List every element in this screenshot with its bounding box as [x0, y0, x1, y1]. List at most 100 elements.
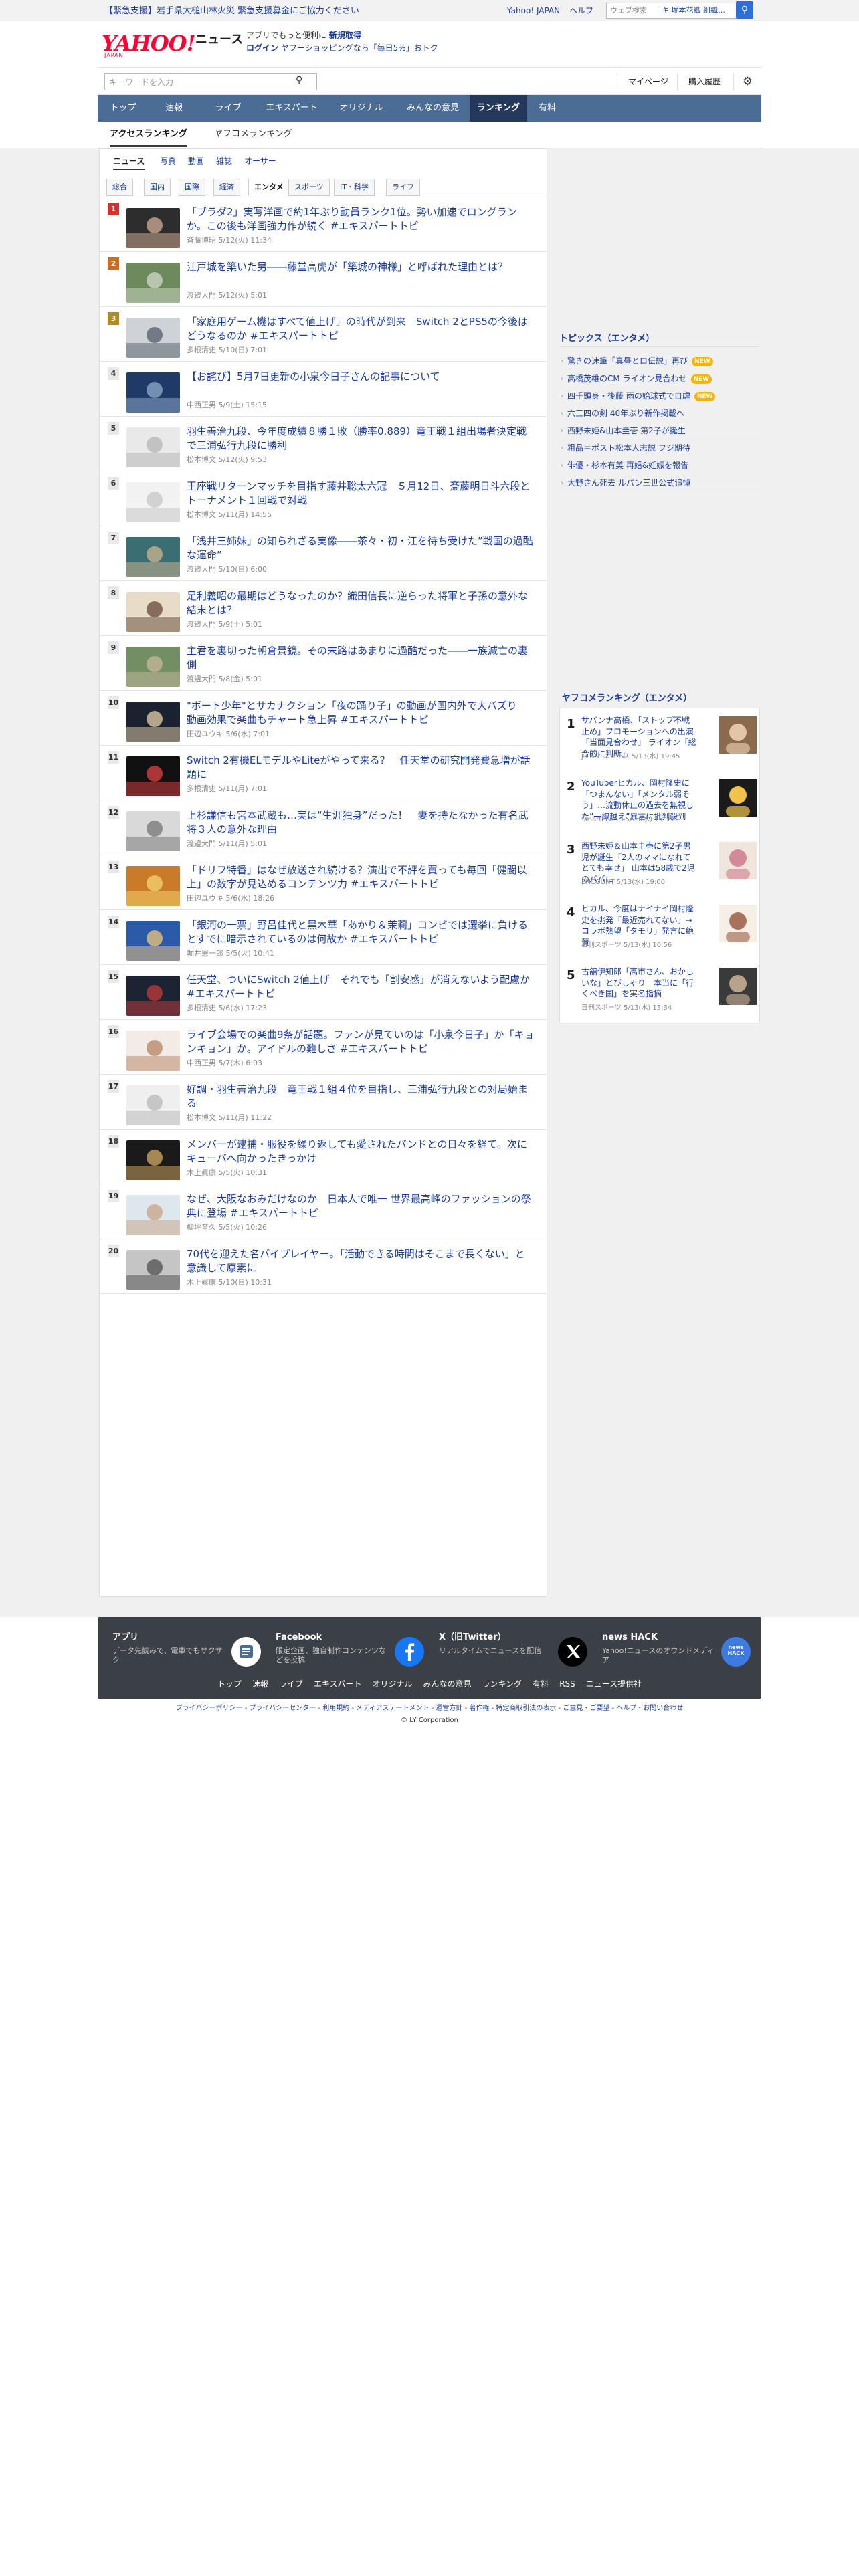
article-thumbnail[interactable] [126, 208, 180, 248]
ranking-row[interactable]: 11 Switch 2有機ELモデルやLiteがやって来る？ 任天堂の研究開発費急… [100, 746, 547, 800]
article-thumbnail[interactable] [126, 756, 180, 796]
purchase-history-link[interactable]: 購入履歴 [677, 73, 731, 90]
gnav-item[interactable]: エキスパート [257, 95, 326, 122]
topic-item[interactable]: › 俳優・杉本有美 再婚&妊娠を報告 [559, 457, 759, 475]
service-name[interactable]: ニュース [195, 32, 243, 48]
login-link[interactable]: ログイン [246, 43, 278, 53]
genre-tab[interactable]: 国際 [179, 179, 205, 196]
article-thumbnail[interactable] [126, 702, 180, 742]
topic-item[interactable]: › 六三四の剣 40年ぶり新作掲載へ [559, 405, 759, 423]
footer-nav-link[interactable]: オリジナル [373, 1679, 413, 1689]
footer-x-card[interactable]: X（旧Twitter） リアルタイムでニュースを配信 [439, 1632, 594, 1676]
shopping-promo-link[interactable]: ヤフーショッピングなら「毎日5%」おトク [281, 43, 438, 53]
topic-item[interactable]: › 高橋茂雄のCM ライオン見合わせ NEW [559, 370, 759, 388]
footer-nav-link[interactable]: ライブ [279, 1679, 303, 1689]
topic-item[interactable]: › 西野未姫&山本圭壱 第2子が誕生 [559, 423, 759, 440]
category-news[interactable]: ニュース [113, 156, 145, 171]
ranking-row[interactable]: 2 江戸城を築いた男――藤堂高虎が「築城の神様」と呼ばれた理由とは？ 渡邉大門 5/… [100, 252, 547, 307]
genre-tab[interactable]: エンタメ [248, 179, 290, 196]
article-thumbnail[interactable] [126, 921, 180, 961]
comment-ranking-item[interactable]: 5 古舘伊知郎「高市さん、おかしいな」とびしゃり 本当に「行くべき国」を実名指摘日… [560, 960, 759, 1023]
category-author[interactable]: オーサー [244, 156, 276, 167]
emergency-banner-link[interactable]: 【緊急支援】岩手県大槌山林火災 緊急支援募金にご協力ください [104, 5, 359, 17]
web-search-input[interactable]: ウェブ検索 キ 堀本花織 組織… [606, 3, 753, 19]
article-thumbnail[interactable] [126, 811, 180, 851]
yahoo-logo[interactable]: YAHOO! JAPAN [102, 29, 196, 58]
gnav-item[interactable]: ライブ [199, 95, 257, 122]
article-title-link[interactable]: 王座戦リターンマッチを目指す藤井聡太六冠 ５月12日、斎藤明日斗六段とトーナメン… [187, 479, 535, 508]
comment-ranking-title[interactable]: 古舘伊知郎「高市さん、おかしいな」とびしゃり 本当に「行くべき国」を実名指摘 [581, 966, 698, 1000]
topic-item[interactable]: › 粗品＝ポスト松本人志説 フジ期待 [559, 440, 759, 457]
article-title-link[interactable]: 江戸城を築いた男――藤堂高虎が「築城の神様」と呼ばれた理由とは？ [187, 260, 535, 274]
article-thumbnail[interactable] [126, 866, 180, 906]
gnav-item[interactable]: オリジナル [326, 95, 396, 122]
article-title-link[interactable]: 70代を迎えた名パイプレイヤー。「活動できる時間はそこまで長くない」と意識して原… [187, 1247, 535, 1276]
ranking-row[interactable]: 13 「ドリフ特番」はなぜ放送され続ける？演出で不評を買っても毎回「健闘以上」の数… [100, 855, 547, 910]
ranking-row[interactable]: 12 上杉謙信も宮本武蔵も…実は“生涯独身”だった！ 妻を持たなかった有名武将３人… [100, 800, 547, 855]
article-title-link[interactable]: なぜ、大阪なおみだけなのか 日本人で唯一 世界最高峰のファッションの祭典に登場 … [187, 1192, 535, 1221]
article-title-link[interactable]: 「家庭用ゲーム機はすべて値上げ」の時代が到来 Switch 2とPS5の今後はど… [187, 315, 535, 344]
article-title-link[interactable]: 「浅井三姉妹」の知られざる実像――茶々・初・江を待ち受けた”戦国の過酷な運命” [187, 534, 535, 563]
legal-links[interactable]: プライバシーポリシー - プライバシーセンター - 利用規約 - メディアステー… [0, 1704, 859, 1713]
genre-tab[interactable]: 国内 [144, 179, 171, 196]
article-thumbnail[interactable] [126, 482, 180, 522]
footer-nav-link[interactable]: RSS [559, 1679, 575, 1689]
article-title-link[interactable]: 上杉謙信も宮本武蔵も…実は“生涯独身”だった！ 妻を持たなかった有名武将３人の意… [187, 809, 535, 837]
footer-facebook-card[interactable]: Facebook 限定企画、独自制作コンテンツなどを投稿 [276, 1632, 431, 1676]
ranking-row[interactable]: 20 70代を迎えた名パイプレイヤー。「活動できる時間はそこまで長くない」と意識し… [100, 1239, 547, 1294]
topic-item[interactable]: › 四千頭身・後藤 雨の始球式で自虐 NEW [559, 388, 759, 405]
article-thumbnail[interactable] [126, 976, 180, 1016]
ranking-row[interactable]: 8 足利義昭の最期はどうなったのか？織田信長に逆らった将軍と子孫の意外な結末とは？… [100, 581, 547, 636]
article-thumbnail[interactable] [126, 1250, 180, 1290]
footer-nav-link[interactable]: 有料 [533, 1679, 549, 1689]
footer-nav-link[interactable]: ランキング [482, 1679, 522, 1689]
ranking-row[interactable]: 10 "ボート少年"とサカナクション「夜の踊り子」の動画が国内外で大バズり 動画効… [100, 691, 547, 746]
article-thumbnail[interactable] [126, 592, 180, 632]
article-title-link[interactable]: "ボート少年"とサカナクション「夜の踊り子」の動画が国内外で大バズり 動画効果で… [187, 699, 535, 728]
article-thumbnail[interactable] [126, 318, 180, 358]
article-thumbnail[interactable] [126, 1085, 180, 1125]
footer-nav-link[interactable]: 速報 [252, 1679, 268, 1689]
article-title-link[interactable]: メンバーが逮捕・服役を繰り返しても愛されたバンドとの日々を経て。次にキューバへ向… [187, 1138, 535, 1166]
footer-nav-link[interactable]: みんなの意見 [423, 1679, 472, 1689]
article-thumbnail[interactable] [126, 1195, 180, 1235]
ranking-row[interactable]: 17 好調・羽生善治九段 竜王戦１組４位を目指し、三浦弘行九段との対局始まる 松本博… [100, 1075, 547, 1130]
article-title-link[interactable]: ライブ会場での楽曲9条が話題。ファンが見ていのは「小泉今日子」か「キョンキョン」… [187, 1028, 535, 1057]
gnav-item[interactable]: トップ [98, 95, 149, 122]
category-video[interactable]: 動画 [188, 156, 204, 167]
comment-ranking-thumbnail[interactable] [719, 842, 757, 879]
topic-item[interactable]: › 驚きの速筆「真昼とロ伝説」再び NEW [559, 353, 759, 370]
help-link[interactable]: ヘルプ [569, 6, 593, 15]
ranking-row[interactable]: 19 なぜ、大阪なおみだけなのか 日本人で唯一 世界最高峰のファッションの祭典に登… [100, 1184, 547, 1239]
genre-tab[interactable]: 総合 [106, 179, 133, 196]
genre-tab[interactable]: IT・科学 [334, 179, 375, 196]
footer-nav-link[interactable]: エキスパート [314, 1679, 362, 1689]
comment-ranking-item[interactable]: 3 西野未姫＆山本圭壱に第2子男児が誕生「2人のママになれてとても幸せ」 山本は5… [560, 834, 759, 897]
comment-ranking-thumbnail[interactable] [719, 905, 757, 942]
gnav-item[interactable]: 速報 [149, 95, 199, 122]
article-title-link[interactable]: 「ブラダ2」実写洋画で約1年ぶり動員ランク1位。勢い加速でロングランか。この後も… [187, 205, 535, 234]
footer-nav-link[interactable]: トップ [217, 1679, 242, 1689]
article-thumbnail[interactable] [126, 1140, 180, 1180]
article-title-link[interactable]: 任天堂、ついにSwitch 2値上げ それでも「割安感」が消えないよう配慮か #… [187, 973, 535, 1002]
category-photo[interactable]: 写真 [160, 156, 176, 167]
comment-ranking-thumbnail[interactable] [719, 968, 757, 1005]
article-thumbnail[interactable] [126, 263, 180, 303]
article-thumbnail[interactable] [126, 427, 180, 467]
article-title-link[interactable]: Switch 2有機ELモデルやLiteがやって来る？ 任天堂の研究開発費急増が… [187, 754, 535, 782]
yahoo-japan-link[interactable]: Yahoo! JAPAN [507, 6, 560, 15]
article-title-link[interactable]: 「ドリフ特番」はなぜ放送され続ける？演出で不評を買っても毎回「健闘以上」の数字が… [187, 863, 535, 892]
genre-tab[interactable]: 経済 [213, 179, 240, 196]
article-title-link[interactable]: 好調・羽生善治九段 竜王戦１組４位を目指し、三浦弘行九段との対局始まる [187, 1083, 535, 1111]
article-title-link[interactable]: 主君を裏切った朝倉景鏡。その末路はあまりに過酷だった――一族滅亡の裏側 [187, 644, 535, 673]
footer-app-card[interactable]: アプリ データ先読みで、電車でもサクサク [112, 1632, 268, 1676]
ranking-row[interactable]: 14 「銀河の一票」野呂佳代と黒木華「あかり＆茉莉」コンビでは選挙に負けるとすでに… [100, 910, 547, 965]
ranking-row[interactable]: 9 主君を裏切った朝倉景鏡。その末路はあまりに過酷だった――一族滅亡の裏側 渡邉大門… [100, 636, 547, 691]
gnav-item[interactable]: ランキング [470, 95, 527, 122]
tab-access-ranking[interactable]: アクセスランキング [110, 128, 187, 147]
topic-item[interactable]: › 大野さん死去 ルパン三世公式追悼 [559, 475, 759, 492]
ranking-row[interactable]: 15 任天堂、ついにSwitch 2値上げ それでも「割安感」が消えないよう配慮か… [100, 965, 547, 1020]
article-thumbnail[interactable] [126, 1031, 180, 1071]
comment-ranking-thumbnail[interactable] [719, 779, 757, 817]
genre-tab[interactable]: スポーツ [288, 179, 330, 196]
